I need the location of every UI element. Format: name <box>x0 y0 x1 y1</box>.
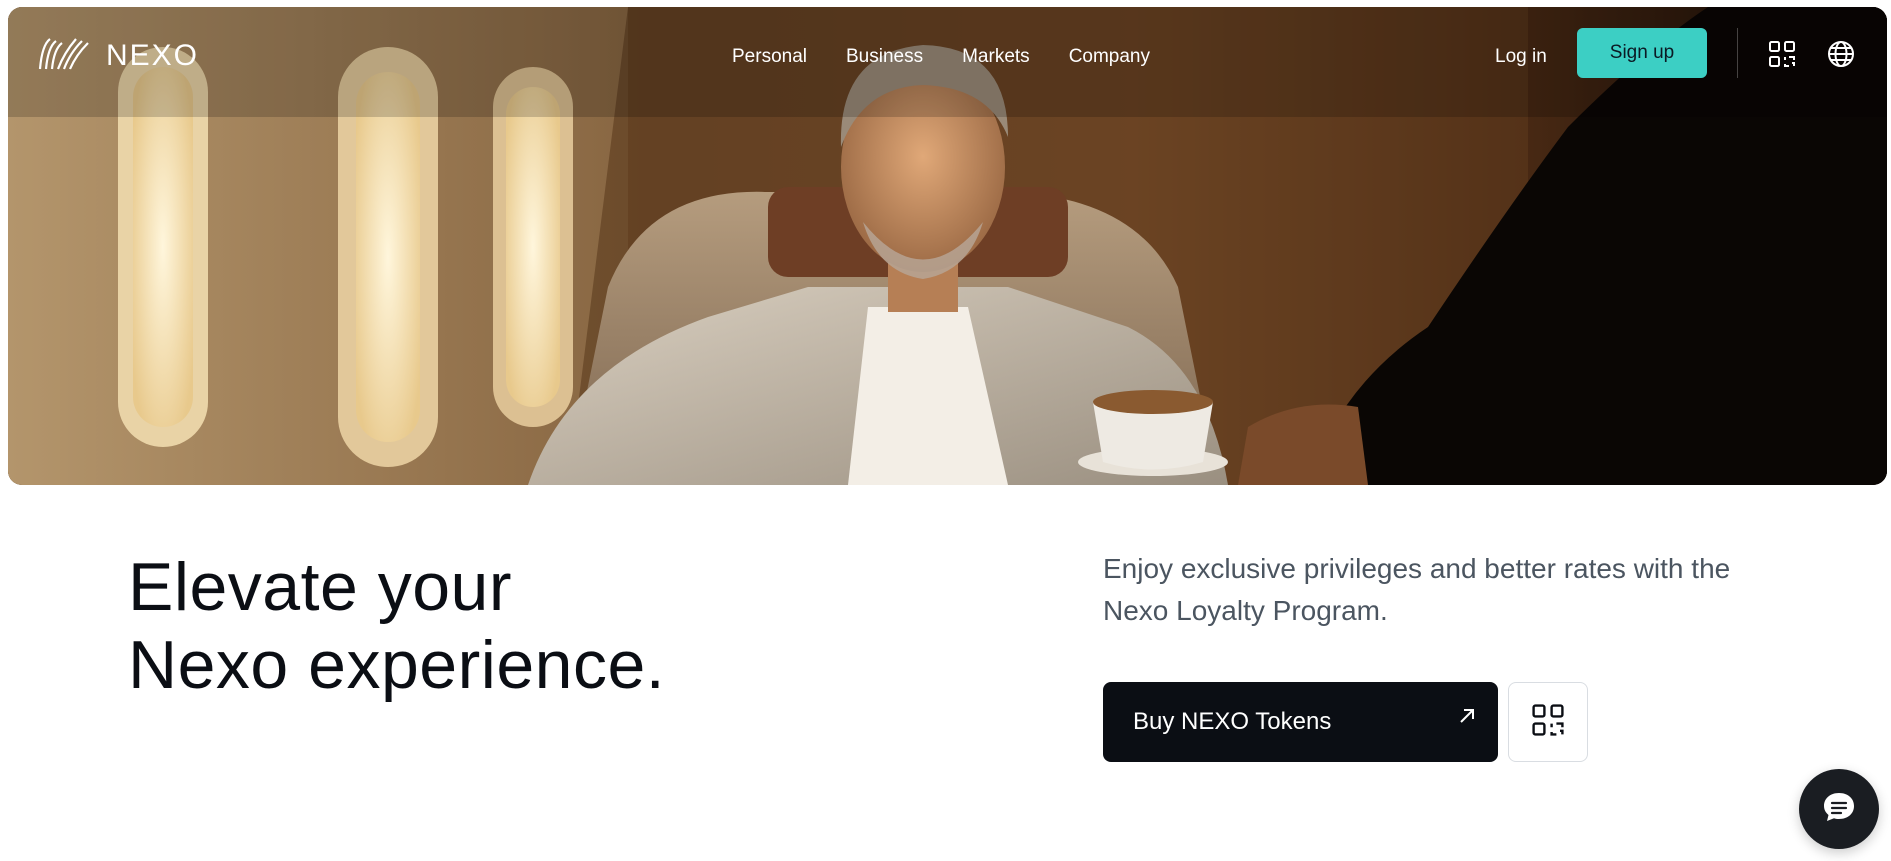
hero-banner: NEXO Personal Business Markets Company L… <box>8 7 1887 485</box>
nav-divider <box>1737 28 1738 78</box>
login-link[interactable]: Log in <box>1495 46 1547 68</box>
buy-button-label: Buy NEXO Tokens <box>1133 708 1332 735</box>
arrow-up-right-icon <box>1458 704 1476 723</box>
headline-line-1: Elevate your <box>128 549 512 625</box>
loyalty-description: Enjoy exclusive privileges and better ra… <box>1103 553 1731 626</box>
nav-link-company[interactable]: Company <box>1069 46 1150 68</box>
brand-logo[interactable]: NEXO <box>38 35 199 76</box>
qr-code-icon[interactable] <box>1767 39 1797 69</box>
nav-link-markets[interactable]: Markets <box>962 46 1030 68</box>
headline-line-2: Nexo experience. <box>128 627 666 703</box>
top-navigation: NEXO Personal Business Markets Company L… <box>8 7 1887 99</box>
page-headline: Elevate your Nexo experience. <box>128 548 665 704</box>
nav-link-personal[interactable]: Personal <box>732 46 807 68</box>
chat-widget-button[interactable] <box>1799 769 1879 849</box>
nav-links: Personal Business Markets Company <box>732 46 1189 68</box>
globe-icon[interactable] <box>1826 39 1856 69</box>
signup-button[interactable]: Sign up <box>1577 28 1707 78</box>
nexo-wave-logo-icon <box>38 35 92 76</box>
buy-nexo-tokens-button[interactable]: Buy NEXO Tokens <box>1103 682 1498 762</box>
chat-bubble-icon <box>1819 787 1859 832</box>
qr-code-icon <box>1530 702 1566 743</box>
qr-code-button[interactable] <box>1508 682 1588 762</box>
page: NEXO Personal Business Markets Company L… <box>0 0 1891 861</box>
brand-wordmark: NEXO <box>106 38 200 72</box>
nav-link-business[interactable]: Business <box>846 46 923 68</box>
